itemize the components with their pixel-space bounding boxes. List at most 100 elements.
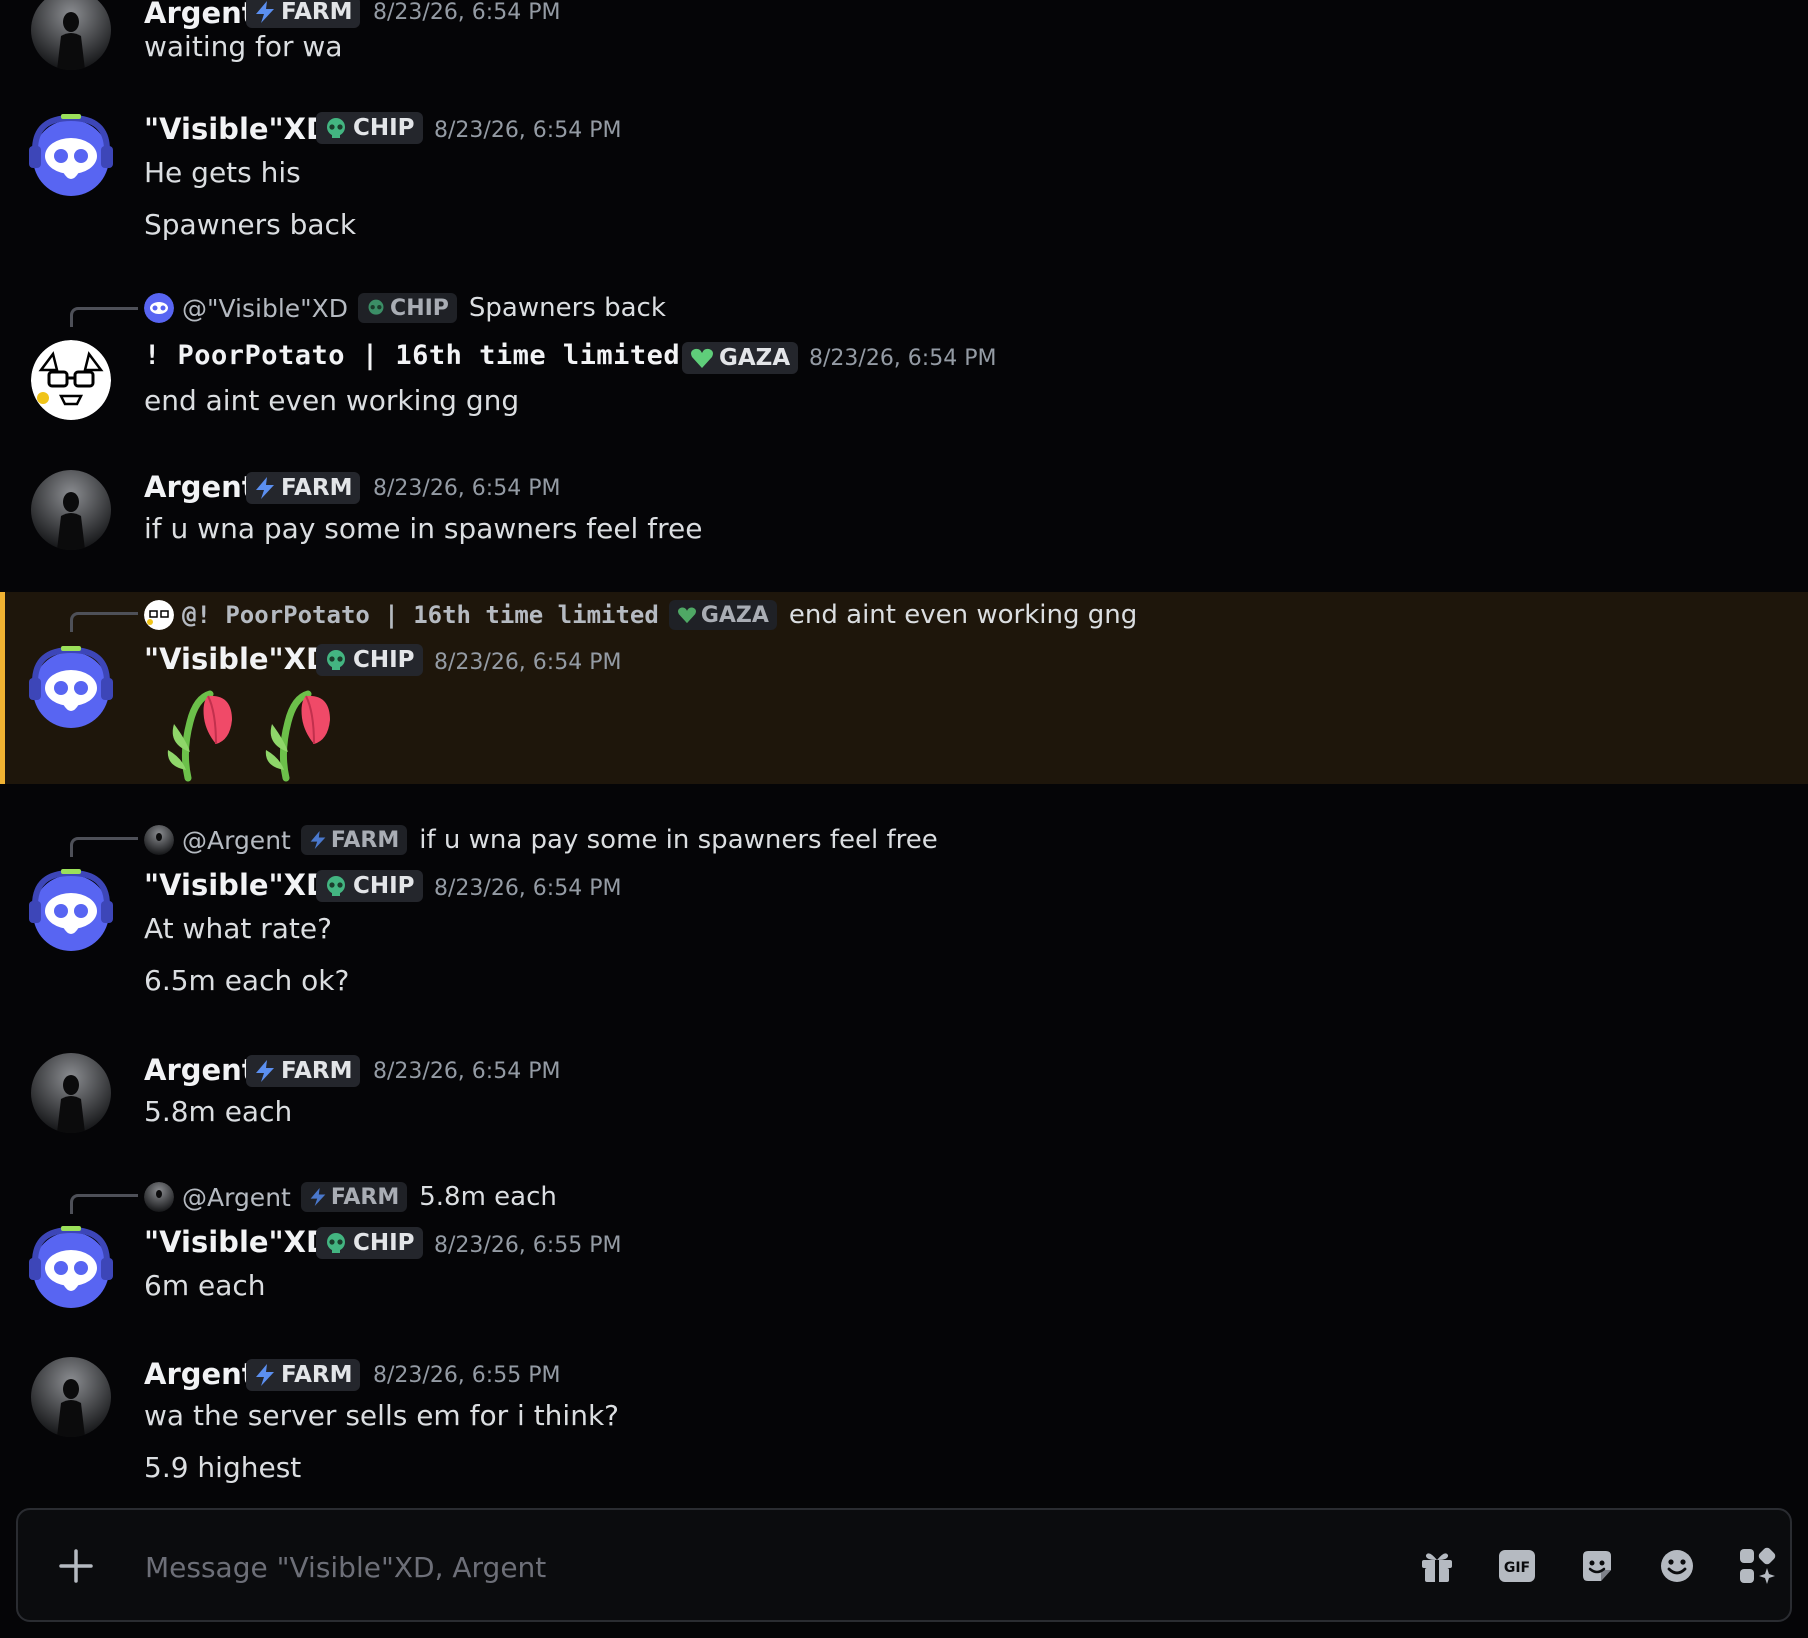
tag-label: FARM bbox=[330, 1184, 400, 1210]
lightning-icon bbox=[254, 0, 276, 24]
tag-label: CHIP bbox=[390, 295, 449, 321]
apps-icon[interactable] bbox=[1736, 1545, 1778, 1587]
message-text: waiting for wa bbox=[144, 30, 343, 63]
username[interactable]: Argent bbox=[144, 1357, 256, 1391]
message-text: At what rate? bbox=[144, 912, 332, 945]
role-tag[interactable]: CHIP bbox=[316, 870, 423, 902]
username[interactable]: "Visible"XD bbox=[144, 112, 330, 146]
message-visible-7[interactable]: @Argent FARM 5.8m each "Visible"XD CHIP … bbox=[0, 1179, 1808, 1319]
tag-label: CHIP bbox=[353, 115, 415, 141]
role-tag[interactable]: GAZA bbox=[682, 342, 799, 374]
tag-label: CHIP bbox=[353, 1230, 415, 1256]
wilted-flower-emoji[interactable] bbox=[258, 682, 338, 786]
reply-avatar bbox=[144, 825, 174, 855]
lightning-icon bbox=[254, 1363, 276, 1387]
username[interactable]: ! PoorPotato | 16th time limited bbox=[144, 340, 680, 371]
avatar-argent[interactable] bbox=[31, 470, 111, 550]
reply-avatar bbox=[144, 293, 174, 323]
emoji-icon[interactable] bbox=[1656, 1545, 1698, 1587]
role-tag[interactable]: FARM bbox=[246, 1359, 361, 1391]
plus-icon[interactable] bbox=[48, 1538, 104, 1594]
tag-label: FARM bbox=[281, 1362, 353, 1388]
message-argent-0[interactable]: Argent FARM 8/23/26, 6:54 PM waiting for… bbox=[0, 0, 1808, 86]
sticker-icon[interactable] bbox=[1576, 1545, 1618, 1587]
message-input[interactable] bbox=[143, 1540, 1347, 1594]
message-text: He gets his bbox=[144, 156, 301, 189]
reply-preview[interactable]: @"Visible"XD CHIP Spawners back bbox=[144, 290, 666, 326]
reply-preview[interactable]: @Argent FARM 5.8m each bbox=[144, 1179, 557, 1215]
username[interactable]: Argent bbox=[144, 0, 256, 30]
timestamp[interactable]: 8/23/26, 6:54 PM bbox=[434, 650, 621, 675]
lightning-icon bbox=[310, 1188, 326, 1206]
tag-label: FARM bbox=[281, 475, 353, 501]
avatar-visiblexd[interactable] bbox=[27, 1222, 115, 1310]
message-argent-8[interactable]: Argent FARM 8/23/26, 6:55 PM wa the serv… bbox=[0, 1349, 1808, 1505]
gift-icon[interactable] bbox=[1416, 1545, 1458, 1587]
tag-label: GAZA bbox=[719, 345, 791, 371]
timestamp[interactable]: 8/23/26, 6:55 PM bbox=[434, 1233, 621, 1258]
gif-label: GIF bbox=[1504, 1560, 1530, 1576]
reply-spine bbox=[70, 612, 138, 632]
gif-icon[interactable]: GIF bbox=[1496, 1545, 1538, 1587]
skull-icon bbox=[368, 299, 384, 315]
tag-label: GAZA bbox=[700, 602, 769, 628]
reply-spine bbox=[70, 1194, 138, 1214]
reply-author: @Argent bbox=[182, 1182, 291, 1212]
avatar-visiblexd[interactable] bbox=[27, 865, 115, 953]
tag-label: FARM bbox=[281, 1058, 353, 1084]
reply-role-tag: FARM bbox=[300, 825, 408, 855]
username[interactable]: "Visible"XD bbox=[144, 1225, 330, 1259]
heart-icon bbox=[677, 607, 696, 624]
wilted-flower-emoji[interactable] bbox=[160, 682, 240, 786]
timestamp[interactable]: 8/23/26, 6:54 PM bbox=[373, 476, 560, 501]
tag-label: CHIP bbox=[353, 647, 415, 673]
timestamp[interactable]: 8/23/26, 6:54 PM bbox=[373, 0, 560, 25]
message-text: end aint even working gng bbox=[144, 384, 520, 417]
message-visible-5[interactable]: @Argent FARM if u wna pay some in spawne… bbox=[0, 822, 1808, 1012]
reply-role-tag: CHIP bbox=[358, 293, 457, 323]
role-tag[interactable]: CHIP bbox=[316, 1227, 423, 1259]
avatar-argent[interactable] bbox=[31, 1053, 111, 1133]
timestamp[interactable]: 8/23/26, 6:54 PM bbox=[373, 1059, 560, 1084]
reply-role-tag: GAZA bbox=[668, 600, 777, 630]
message-visible-1[interactable]: "Visible"XD CHIP 8/23/26, 6:54 PM He get… bbox=[0, 96, 1808, 256]
reply-preview[interactable]: @! PoorPotato | 16th time limited GAZA e… bbox=[144, 597, 1137, 633]
message-text: Spawners back bbox=[144, 208, 357, 241]
avatar-visiblexd[interactable] bbox=[27, 110, 115, 198]
avatar-argent[interactable] bbox=[31, 0, 111, 70]
reply-author: @! PoorPotato | 16th time limited bbox=[182, 601, 659, 629]
timestamp[interactable]: 8/23/26, 6:54 PM bbox=[809, 346, 996, 371]
role-tag[interactable]: CHIP bbox=[316, 112, 423, 144]
timestamp[interactable]: 8/23/26, 6:54 PM bbox=[434, 876, 621, 901]
message-argent-3[interactable]: Argent FARM 8/23/26, 6:54 PM if u wna pa… bbox=[0, 462, 1808, 572]
username[interactable]: "Visible"XD bbox=[144, 642, 330, 676]
username[interactable]: Argent bbox=[144, 1053, 256, 1087]
message-argent-6[interactable]: Argent FARM 8/23/26, 6:54 PM 5.8m each bbox=[0, 1045, 1808, 1155]
username[interactable]: Argent bbox=[144, 470, 256, 504]
timestamp[interactable]: 8/23/26, 6:55 PM bbox=[373, 1363, 560, 1388]
role-tag[interactable]: FARM bbox=[246, 1055, 361, 1087]
reply-preview[interactable]: @Argent FARM if u wna pay some in spawne… bbox=[144, 822, 938, 858]
reply-avatar bbox=[144, 600, 174, 630]
reply-text: 5.8m each bbox=[419, 1182, 557, 1212]
lightning-icon bbox=[254, 476, 276, 500]
reply-spine bbox=[70, 837, 138, 857]
avatar-visiblexd[interactable] bbox=[27, 642, 115, 730]
tag-label: FARM bbox=[281, 0, 353, 25]
emoji-row bbox=[160, 682, 338, 786]
message-text: wa the server sells em for i think? bbox=[144, 1399, 620, 1432]
reply-role-tag: FARM bbox=[300, 1182, 408, 1212]
role-tag[interactable]: FARM bbox=[246, 472, 361, 504]
role-tag[interactable]: FARM bbox=[246, 0, 361, 28]
lightning-icon bbox=[310, 831, 326, 849]
tag-label: CHIP bbox=[353, 873, 415, 899]
message-poorpotato-2[interactable]: @"Visible"XD CHIP Spawners back ! PoorPo… bbox=[0, 290, 1808, 440]
username[interactable]: "Visible"XD bbox=[144, 868, 330, 902]
role-tag[interactable]: CHIP bbox=[316, 644, 423, 676]
avatar-argent[interactable] bbox=[31, 1357, 111, 1437]
timestamp[interactable]: 8/23/26, 6:54 PM bbox=[434, 118, 621, 143]
reply-author: @"Visible"XD bbox=[182, 293, 349, 323]
message-visible-4-mention[interactable]: @! PoorPotato | 16th time limited GAZA e… bbox=[0, 592, 1808, 784]
avatar-poorpotato[interactable] bbox=[31, 340, 111, 420]
message-list[interactable]: Argent FARM 8/23/26, 6:54 PM waiting for… bbox=[0, 0, 1808, 1505]
